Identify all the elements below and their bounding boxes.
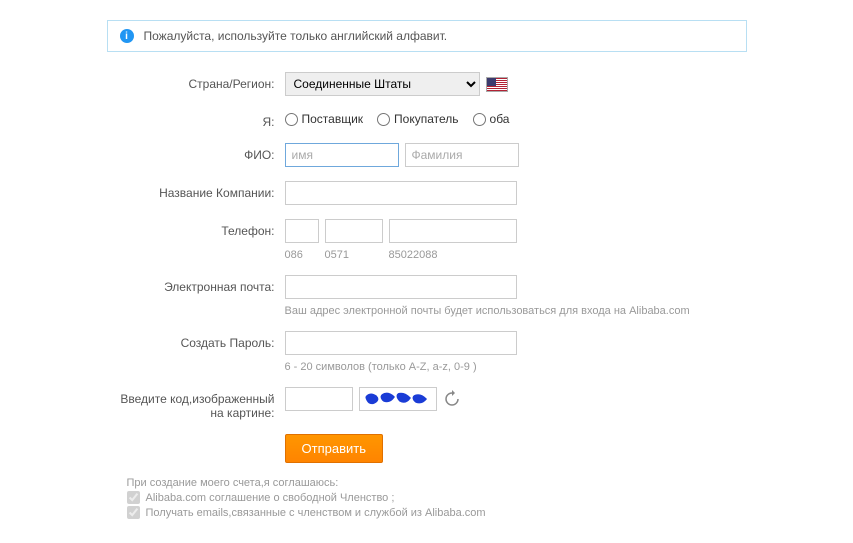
phone-number-input[interactable] [389,219,517,243]
info-icon: i [120,29,134,43]
radio-buyer-label: Покупатель [394,112,458,126]
company-input[interactable] [285,181,517,205]
terms-checkbox-2 [127,506,140,519]
terms-text-2: Получать emails,связанные с членством и … [146,507,486,519]
phone-hint: 086 0571 85022088 [285,249,747,261]
phone-country-input[interactable] [285,219,319,243]
terms-checkbox-1 [127,491,140,504]
radio-supplier-label: Поставщик [302,112,364,126]
terms-block: При создание моего счета,я соглашаюсь: A… [127,477,747,519]
terms-text-1: Alibaba.com соглашение о свободной Членс… [146,492,395,504]
label-phone: Телефон: [107,219,285,238]
password-input[interactable] [285,331,517,355]
phone-area-input[interactable] [325,219,383,243]
submit-button[interactable]: Отправить [285,434,383,463]
lastname-input[interactable] [405,143,519,167]
radio-supplier[interactable]: Поставщик [285,112,364,126]
firstname-input[interactable] [285,143,399,167]
radio-buyer[interactable]: Покупатель [377,112,458,126]
us-flag-icon [486,77,508,92]
refresh-icon[interactable] [443,390,461,408]
label-email: Электронная почта: [107,275,285,294]
radio-both[interactable]: оба [473,112,510,126]
radio-both-label: оба [490,112,510,126]
label-captcha: Введите код,изображенный на картине: [107,387,285,420]
label-fullname: ФИО: [107,143,285,162]
captcha-image [359,387,437,411]
password-hint: 6 - 20 символов (только A-Z, a-z, 0-9 ) [285,361,747,373]
label-company: Название Компании: [107,181,285,200]
alert-text: Пожалуйста, используйте только английски… [144,29,448,43]
email-input[interactable] [285,275,517,299]
info-alert: i Пожалуйста, используйте только английс… [107,20,747,52]
label-iam: Я: [107,110,285,129]
label-password: Создать Пароль: [107,331,285,350]
email-hint: Ваш адрес электронной почты будет исполь… [285,305,747,317]
country-select[interactable]: Соединенные Штаты [285,72,480,96]
terms-intro: При создание моего счета,я соглашаюсь: [127,477,747,489]
captcha-input[interactable] [285,387,353,411]
label-country: Страна/Регион: [107,72,285,91]
